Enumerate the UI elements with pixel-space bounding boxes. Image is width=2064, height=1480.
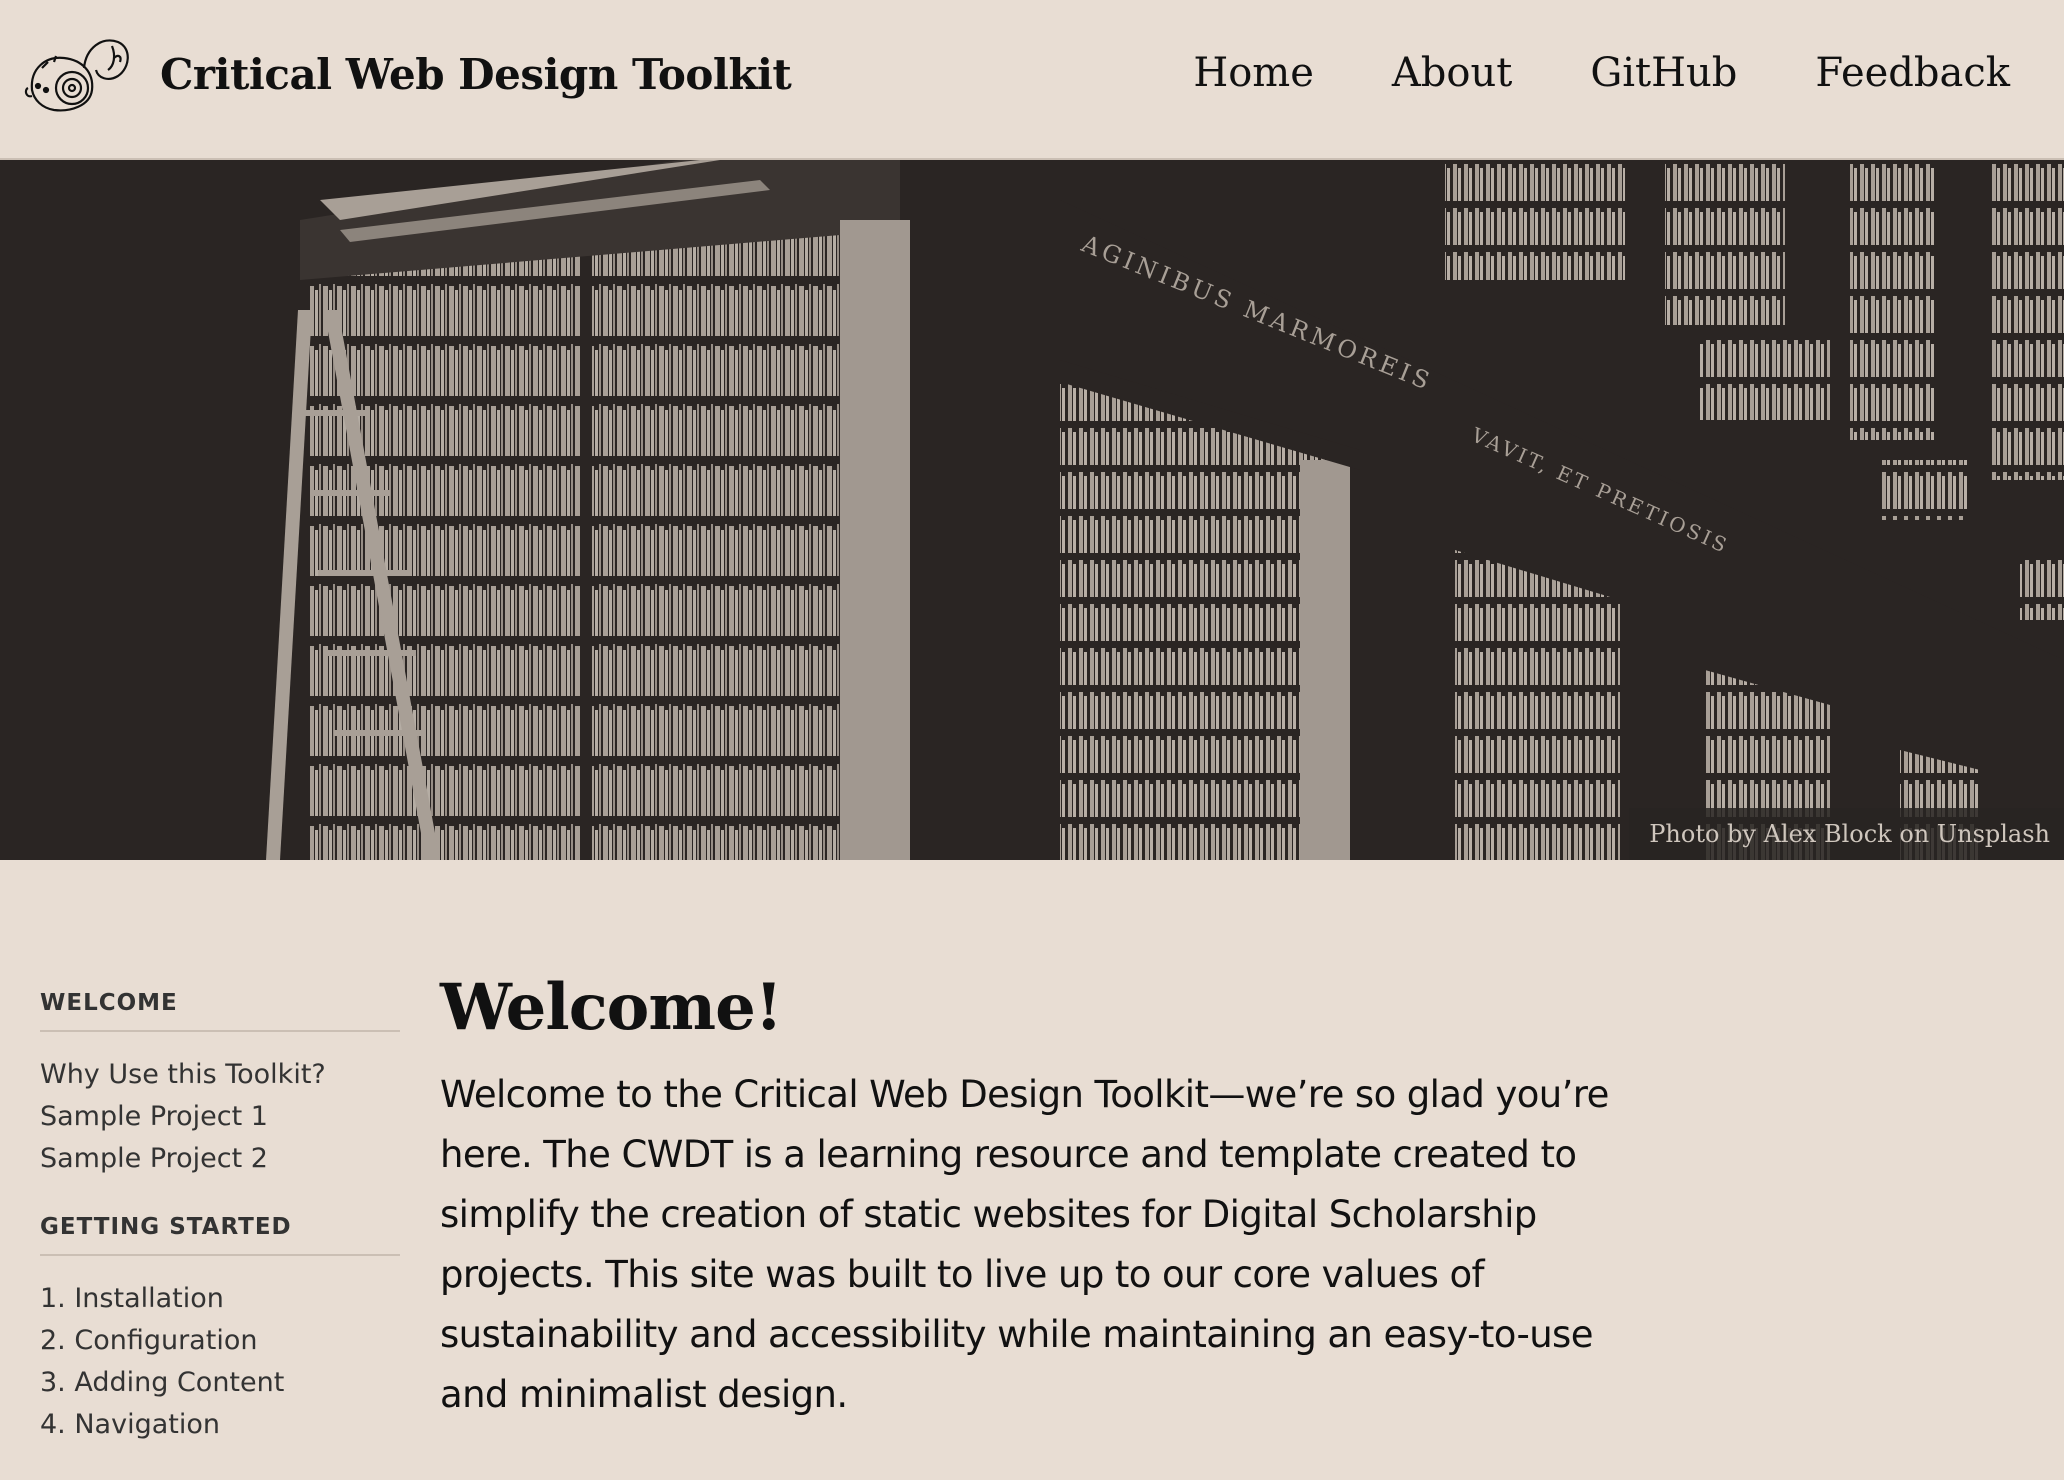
nav-github-link[interactable]: GitHub: [1590, 50, 1737, 96]
site-header: Critical Web Design Toolkit Home About G…: [0, 0, 2064, 160]
library-bookshelves-illustration: AGINIBUS MARMOREIS VAVIT, ET PRETIOSIS: [0, 160, 2064, 860]
sidebar-item-installation[interactable]: 1. Installation: [40, 1278, 400, 1320]
sidebar-link[interactable]: Why Use this Toolkit?: [40, 1059, 326, 1090]
sidebar-link[interactable]: 4. Navigation: [40, 1409, 220, 1440]
photo-credit[interactable]: Photo by Alex Block on Unsplash: [1629, 808, 2064, 860]
site-title[interactable]: Critical Web Design Toolkit: [160, 50, 792, 99]
sidebar-item-why-use[interactable]: Why Use this Toolkit?: [40, 1054, 400, 1096]
sidebar-section-title-getting-started: GETTING STARTED: [40, 1214, 400, 1256]
sidebar-item-sample-project-2[interactable]: Sample Project 2: [40, 1138, 400, 1180]
sidebar-link[interactable]: 1. Installation: [40, 1283, 224, 1314]
sidebar-nav: WELCOME Why Use this Toolkit? Sample Pro…: [40, 990, 400, 1480]
sidebar-link[interactable]: 3. Adding Content: [40, 1367, 284, 1398]
sidebar-list-getting-started: 1. Installation 2. Configuration 3. Addi…: [40, 1278, 400, 1446]
sidebar-link[interactable]: 2. Configuration: [40, 1325, 257, 1356]
sidebar-item-sample-project-1[interactable]: Sample Project 1: [40, 1096, 400, 1138]
sidebar-item-configuration[interactable]: 2. Configuration: [40, 1320, 400, 1362]
nav-about-link[interactable]: About: [1392, 50, 1512, 96]
sidebar-link[interactable]: Sample Project 1: [40, 1101, 268, 1132]
snail-logo-icon[interactable]: [24, 28, 134, 118]
sidebar-item-adding-content[interactable]: 3. Adding Content: [40, 1362, 400, 1404]
hero-image: AGINIBUS MARMOREIS VAVIT, ET PRETIOSIS P…: [0, 160, 2064, 860]
nav-feedback-link[interactable]: Feedback: [1815, 50, 2010, 96]
main-nav: Home About GitHub Feedback: [1115, 50, 2010, 96]
sidebar-link[interactable]: Sample Project 2: [40, 1143, 268, 1174]
sidebar-item-navigation[interactable]: 4. Navigation: [40, 1404, 400, 1446]
intro-paragraph: Welcome to the Critical Web Design Toolk…: [440, 1073, 1609, 1416]
sidebar-list-welcome: Why Use this Toolkit? Sample Project 1 S…: [40, 1054, 400, 1180]
main-content: Welcome! Welcome to the Critical Web Des…: [440, 970, 1670, 1425]
page-title: Welcome!: [440, 970, 783, 1045]
sidebar-section-title-welcome: WELCOME: [40, 990, 400, 1032]
nav-home-link[interactable]: Home: [1193, 50, 1314, 96]
